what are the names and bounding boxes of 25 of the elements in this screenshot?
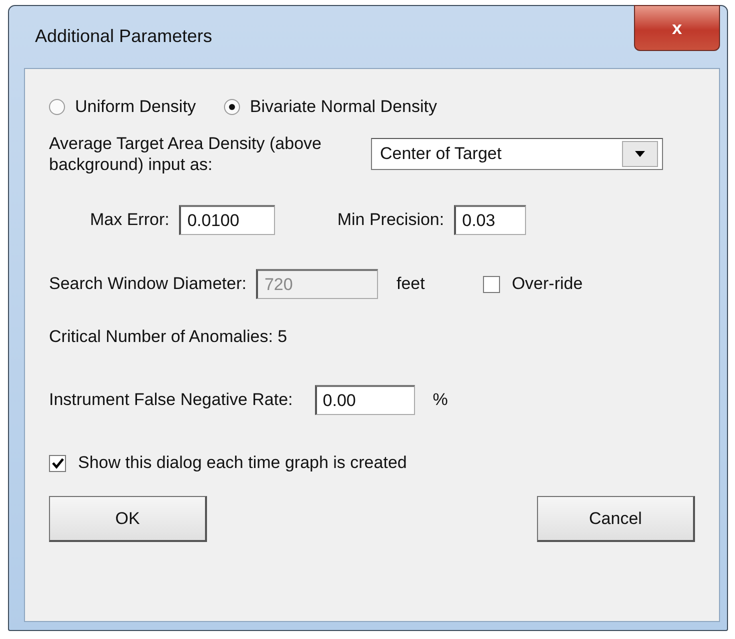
max-error-label: Max Error:: [90, 210, 170, 230]
radio-button[interactable]: [224, 99, 240, 115]
close-button[interactable]: x: [634, 5, 720, 51]
override-label: Over-ride: [512, 274, 583, 294]
false-negative-field[interactable]: 0.00: [314, 385, 415, 415]
critical-anomalies-text: Critical Number of Anomalies: 5: [49, 327, 288, 347]
dropdown-arrow-icon: [635, 151, 645, 157]
show-dialog-checkbox[interactable]: [49, 454, 66, 472]
show-dialog-label: Show this dialog each time graph is created: [78, 453, 407, 473]
input-mode-label: Average Target Area Density (above background) input as:: [49, 133, 322, 175]
override-checkbox[interactable]: [482, 276, 500, 292]
unit-label: %: [432, 390, 448, 410]
input-mode-dropdown[interactable]: Center of Target: [371, 138, 663, 170]
ok-button[interactable]: OK: [49, 496, 207, 542]
cancel-button[interactable]: Cancel: [537, 496, 695, 542]
radio-label: Uniform Density: [75, 97, 196, 117]
min-precision-label: Min Precision:: [337, 210, 444, 230]
min-precision-field[interactable]: 0.03: [454, 205, 526, 235]
radio-button[interactable]: [49, 99, 65, 115]
false-negative-label: Instrument False Negative Rate:: [49, 390, 293, 410]
max-error-field[interactable]: 0.0100: [179, 205, 276, 235]
unit-label: feet: [396, 274, 425, 294]
window-title: Additional Parameters: [34, 26, 212, 46]
radio-label: Bivariate Normal Density: [250, 97, 437, 117]
search-window-label: Search Window Diameter:: [49, 274, 246, 294]
